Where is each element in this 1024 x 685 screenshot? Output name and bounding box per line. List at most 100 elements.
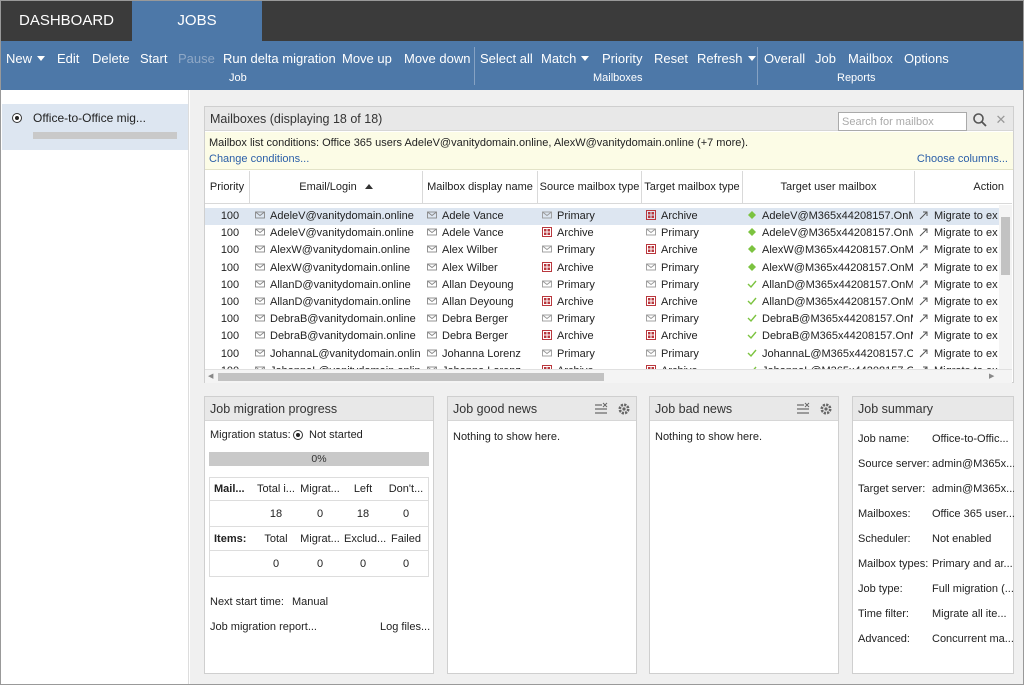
cell-email: DebraB@vanitydomain.online [255,311,421,328]
table-row[interactable]: 100 AllanD@vanitydomain.online Allan Deyou… [205,294,1012,311]
stats-header: Left [353,483,373,495]
cell-text: Migrate to ex [934,330,998,343]
filter-list-icon[interactable] [594,402,608,416]
change-conditions-link[interactable]: Change conditions... [209,153,309,165]
priority-button[interactable]: Priority [602,51,642,66]
summary-panel-header: Job summary [853,397,1013,421]
pause-button[interactable]: Pause [178,51,215,66]
horizontal-scrollbar-thumb[interactable] [218,373,604,381]
run-delta-migration-button[interactable]: Run delta migration [223,51,336,66]
cell-target: Primary [646,225,741,242]
chevron-down-icon [37,56,46,61]
envelope-icon [427,245,437,253]
mailboxes-panel-title: Mailboxes (displaying 18 of 18) [210,112,383,126]
table-row[interactable]: 100 AdeleV@vanitydomain.online Adele Vance… [205,225,1012,242]
divider [210,500,428,501]
clear-search-icon[interactable]: ✕ [994,112,1008,128]
reset-button[interactable]: Reset [654,51,688,66]
move-up-button[interactable]: Move up [342,51,392,66]
table-row[interactable]: 100 AlexW@vanitydomain.online Alex Wilber P… [205,242,1012,259]
filter-list-icon[interactable] [796,402,810,416]
column-header-display-name[interactable]: Mailbox display name [423,171,538,204]
options-button[interactable]: Options [904,51,949,66]
table-row[interactable]: 100 AdeleV@vanitydomain.online Adele Vance… [205,208,1012,226]
migrate-arrow-icon [919,331,928,340]
summary-key: Mailbox types: [858,558,929,570]
search-icon[interactable] [972,112,988,128]
gear-icon[interactable] [617,402,631,416]
cell-action: Migrate to ex [919,260,999,277]
summary-value: Office 365 user... [932,508,1014,520]
cell-priority: 100 [213,225,247,242]
good-news-panel-title: Job good news [453,402,538,416]
scroll-right-arrow-icon[interactable]: ▶ [989,372,994,380]
table-row[interactable]: 100 AllanD@vanitydomain.online Allan Deyou… [205,277,1012,294]
cell-email: DebraB@vanitydomain.online [255,328,421,345]
summary-value: Office-to-Offic... [932,433,1009,445]
start-button[interactable]: Start [140,51,167,66]
table-row[interactable]: 100 DebraB@vanitydomain.online Debra Berge… [205,328,1012,345]
primary-mailbox-icon [542,211,552,219]
cell-text: Archive [557,296,594,308]
stats-header: Migrat... [300,483,340,495]
cell-text: 100 [220,330,240,343]
horizontal-scrollbar[interactable]: ◀ ▶ [205,369,1012,383]
column-header-action[interactable]: Action [915,171,1012,204]
stats-header: Total [264,533,288,545]
gear-icon[interactable] [819,402,833,416]
select-all-button[interactable]: Select all [480,51,533,66]
column-header-target-type[interactable]: Target mailbox type [642,171,743,204]
cell-source: Archive [542,294,640,311]
column-header-priority[interactable]: Priority [205,171,250,204]
match-button[interactable]: Match [541,51,590,66]
table-row[interactable]: 100 AlexW@vanitydomain.online Alex Wilber A… [205,260,1012,277]
job-report-button[interactable]: Job [815,51,836,66]
column-header-email-label: Email/Login [299,181,357,193]
cell-source: Primary [542,208,640,225]
choose-columns-link[interactable]: Choose columns... [917,153,1008,165]
job-progress-bar [33,132,177,139]
refresh-button[interactable]: Refresh [697,51,756,66]
log-files-link[interactable]: Log files... [380,621,430,633]
move-down-button[interactable]: Move down [404,51,470,66]
job-list-item[interactable]: Office-to-Office mig... [2,104,188,150]
mailbox-login-icon [255,211,265,219]
cell-user: AllanD@M365x44208157.OnMic [747,277,913,294]
summary-value: admin@M365x... [932,458,1014,470]
cell-name: Alex Wilber [427,242,535,259]
cell-text: JohannaL@M365x44208157.OnI [762,347,913,360]
stats-value: 0 [272,558,280,570]
cell-priority: 100 [213,260,247,277]
column-header-email[interactable]: Email/Login [250,171,423,204]
mailbox-report-button[interactable]: Mailbox [848,51,893,66]
overall-report-button[interactable]: Overall [764,51,805,66]
table-row[interactable]: 100 JohannaL@vanitydomain.online Johanna L… [205,346,1012,363]
tab-jobs[interactable]: JOBS [132,1,262,41]
column-header-target-user[interactable]: Target user mailbox [743,171,915,204]
mailbox-login-icon [255,331,265,339]
cell-action: Migrate to ex [919,277,999,294]
mailboxes-grid: Priority Email/Login Mailbox display nam… [205,171,1012,369]
job-migration-report-link[interactable]: Job migration report... [210,621,317,633]
tab-dashboard[interactable]: DASHBOARD [1,1,132,41]
summary-key: Time filter: [858,608,909,620]
ribbon-group-job-label: Job [229,72,247,84]
vertical-scrollbar-thumb[interactable] [1001,217,1010,275]
table-row[interactable]: 100 DebraB@vanitydomain.online Debra Berge… [205,311,1012,328]
stats-header: Don't... [388,483,424,495]
cell-name: Debra Berger [427,328,535,345]
cell-text: Primary [661,227,699,240]
summary-value: Primary and ar... [932,558,1013,570]
edit-button[interactable]: Edit [57,51,79,66]
scroll-left-arrow-icon[interactable]: ◀ [208,372,213,380]
cell-text: JohannaL@vanitydomain.online [270,347,421,360]
search-mailbox-input[interactable] [838,112,967,131]
column-header-source-type[interactable]: Source mailbox type [538,171,642,204]
delete-button[interactable]: Delete [92,51,130,66]
check-icon [747,314,757,323]
vertical-scrollbar[interactable] [999,205,1012,369]
new-button[interactable]: New [6,51,46,66]
primary-mailbox-icon [542,314,552,322]
bad-news-empty-text: Nothing to show here. [655,431,763,443]
cell-text: Primary [557,244,595,257]
